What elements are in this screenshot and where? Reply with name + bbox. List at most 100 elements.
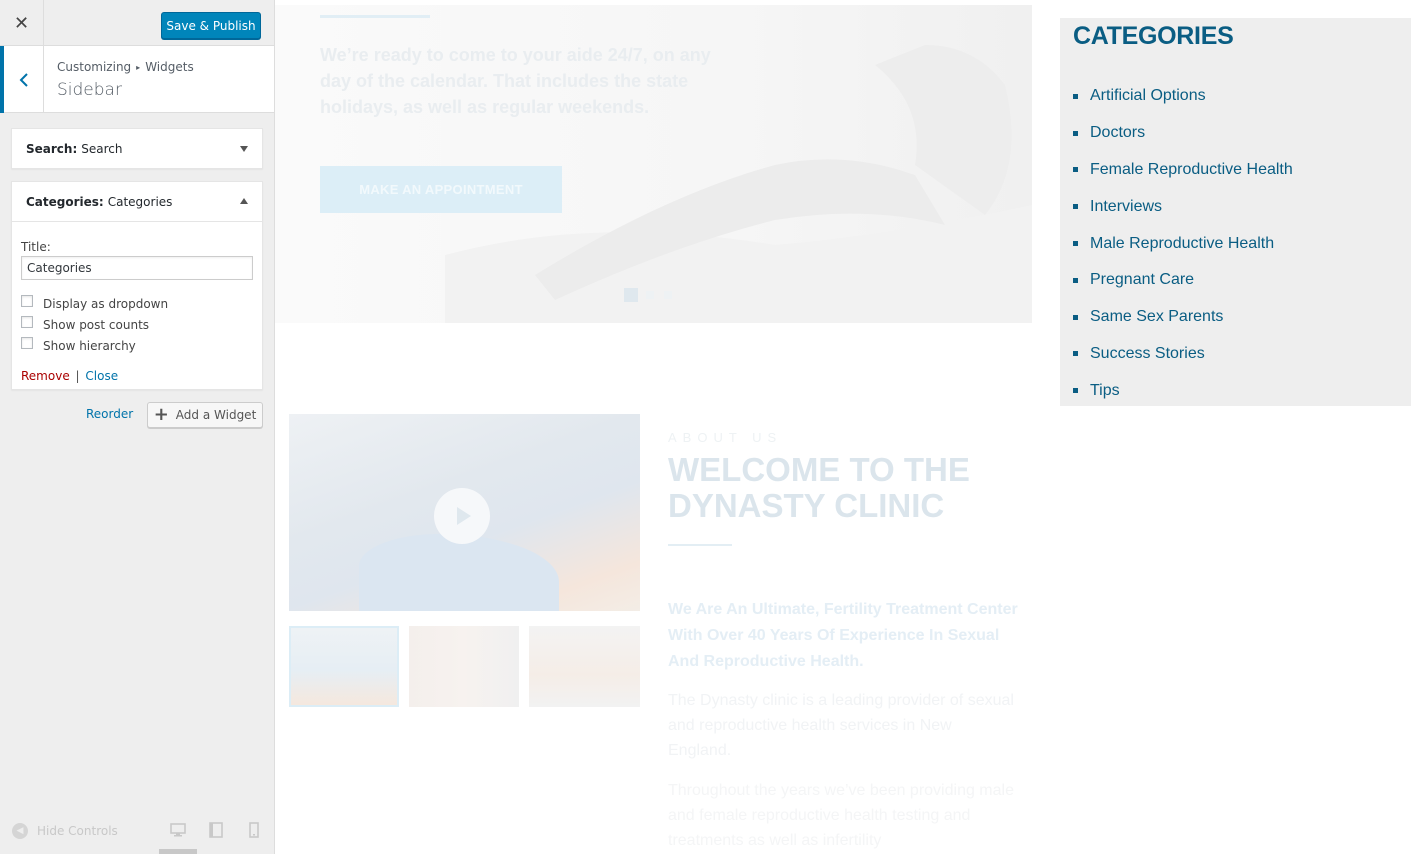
customizer-panel: ✕ Save & Publish Customizing ▸ Widgets Sid…	[0, 0, 275, 854]
breadcrumb-child: Widgets	[145, 60, 194, 74]
hide-controls-button[interactable]: ◀ Hide Controls	[12, 823, 118, 839]
bullet-icon	[1073, 314, 1078, 320]
bullet-icon	[1073, 167, 1078, 173]
expand-arrow-icon[interactable]	[240, 146, 248, 152]
category-label: Pregnant Care	[1090, 271, 1195, 289]
reorder-link[interactable]: Reorder	[86, 407, 133, 421]
categories-list: Artificial Options Doctors Female Reprod…	[1073, 78, 1293, 409]
close-link[interactable]: Close	[85, 369, 118, 383]
active-device-indicator	[159, 849, 197, 854]
gallery-thumbnail-active[interactable]	[289, 626, 399, 707]
category-label: Same Sex Parents	[1090, 308, 1224, 326]
category-link[interactable]: Male Reproductive Health	[1073, 225, 1293, 262]
mobile-icon[interactable]	[249, 822, 259, 838]
option-hierarchy[interactable]: Show hierarchy	[21, 336, 253, 356]
category-link[interactable]: Female Reproductive Health	[1073, 152, 1293, 189]
category-link[interactable]: Success Stories	[1073, 336, 1293, 373]
widget-type: Categories:	[26, 194, 104, 209]
tablet-icon[interactable]	[209, 822, 223, 838]
category-link[interactable]: Doctors	[1073, 115, 1293, 152]
categories-heading: CATEGORIES	[1073, 22, 1234, 50]
category-link[interactable]: Interviews	[1073, 188, 1293, 225]
checkbox[interactable]	[21, 337, 33, 349]
about-kicker: ABOUT US	[668, 430, 783, 445]
widget-form: Title: Display as dropdown Show post cou…	[12, 222, 262, 383]
category-link[interactable]: Pregnant Care	[1073, 262, 1293, 299]
about-paragraph: The Dynasty clinic is a leading provider…	[668, 692, 1014, 759]
save-publish-button[interactable]: Save & Publish	[161, 12, 261, 39]
checkbox-label: Show hierarchy	[43, 339, 136, 353]
close-customizer-button[interactable]: ✕	[0, 0, 44, 46]
close-icon: ✕	[13, 12, 30, 34]
hero-slider: We’re ready to come to your aide 24/7, o…	[275, 5, 1032, 323]
breadcrumb-separator-icon: ▸	[136, 63, 141, 72]
add-widget-button[interactable]: + Add a Widget	[147, 402, 263, 428]
video-player[interactable]	[289, 414, 640, 611]
title-input[interactable]	[21, 256, 253, 280]
category-label: Artificial Options	[1090, 87, 1206, 105]
slider-dot-active[interactable]	[624, 288, 638, 302]
arrow-left-circle-icon: ◀	[12, 823, 28, 839]
widget-title: Search	[81, 142, 123, 156]
hero-divider	[320, 15, 430, 18]
customizer-footer: ◀ Hide Controls	[0, 812, 274, 854]
widget-actions: Remove | Close	[21, 369, 253, 383]
widget-search: Search: Search	[11, 128, 263, 169]
section-title: Sidebar	[57, 80, 122, 100]
bullet-icon	[1073, 204, 1078, 210]
chevron-left-icon	[19, 72, 28, 87]
slider-dot[interactable]	[646, 291, 654, 299]
action-separator: |	[75, 369, 80, 383]
site-preview: We’re ready to come to your aide 24/7, o…	[275, 0, 1419, 854]
checkbox-label: Display as dropdown	[43, 297, 169, 311]
widget-categories-header[interactable]: Categories: Categories	[12, 182, 262, 222]
play-button[interactable]	[434, 488, 490, 544]
category-link[interactable]: Tips	[1073, 372, 1293, 409]
widget-search-header[interactable]: Search: Search	[12, 129, 262, 169]
gallery-thumbnail[interactable]	[529, 626, 640, 707]
bullet-icon	[1073, 241, 1078, 247]
bullet-icon	[1073, 277, 1078, 283]
add-widget-label: Add a Widget	[175, 408, 257, 422]
category-link[interactable]: Artificial Options	[1073, 78, 1293, 115]
bullet-icon	[1073, 351, 1078, 357]
hide-controls-label: Hide Controls	[37, 824, 118, 838]
bullet-icon	[1073, 130, 1078, 136]
play-icon	[457, 507, 471, 525]
bullet-icon	[1073, 388, 1078, 394]
category-label: Female Reproductive Health	[1090, 160, 1293, 178]
checkbox[interactable]	[21, 295, 33, 307]
option-post-counts[interactable]: Show post counts	[21, 315, 253, 335]
option-dropdown[interactable]: Display as dropdown	[21, 294, 253, 314]
about-lead: We Are An Ultimate, Fertility Treatment …	[668, 601, 1018, 670]
section-header: Customizing ▸ Widgets Sidebar	[0, 46, 274, 113]
category-label: Tips	[1090, 381, 1120, 399]
title-label: Title:	[21, 240, 51, 254]
breadcrumb-root: Customizing	[57, 60, 132, 74]
category-label: Doctors	[1090, 124, 1146, 142]
about-paragraph: Throughout the years we’ve been providin…	[668, 782, 1014, 849]
category-label: Interviews	[1090, 197, 1163, 215]
category-label: Male Reproductive Health	[1090, 234, 1275, 252]
collapse-arrow-icon[interactable]	[240, 198, 248, 204]
customizer-header: ✕ Save & Publish	[0, 0, 274, 46]
hero-text: We’re ready to come to your aide 24/7, o…	[320, 45, 711, 117]
appointment-button[interactable]: MAKE AN APPOINTMENT	[320, 166, 562, 213]
slider-dot[interactable]	[664, 291, 672, 299]
breadcrumb: Customizing ▸ Widgets	[57, 60, 194, 74]
about-divider	[668, 544, 732, 546]
checkbox[interactable]	[21, 316, 33, 328]
gallery-thumbnail[interactable]	[409, 626, 519, 707]
category-link[interactable]: Same Sex Parents	[1073, 299, 1293, 336]
checkbox-label: Show post counts	[43, 318, 150, 332]
categories-widget-preview: CATEGORIES Artificial Options Doctors Fe…	[1060, 18, 1411, 406]
widget-categories: Categories: Categories Title: Display as…	[11, 181, 263, 390]
back-button[interactable]	[0, 46, 44, 113]
about-title: WELCOME TO THE DYNASTY CLINIC	[668, 451, 970, 524]
remove-link[interactable]: Remove	[21, 369, 70, 383]
widget-type: Search:	[26, 142, 78, 156]
desktop-icon[interactable]	[170, 822, 186, 838]
video-thumbnail-shape	[359, 534, 559, 611]
bullet-icon	[1073, 93, 1078, 99]
category-label: Success Stories	[1090, 344, 1205, 362]
